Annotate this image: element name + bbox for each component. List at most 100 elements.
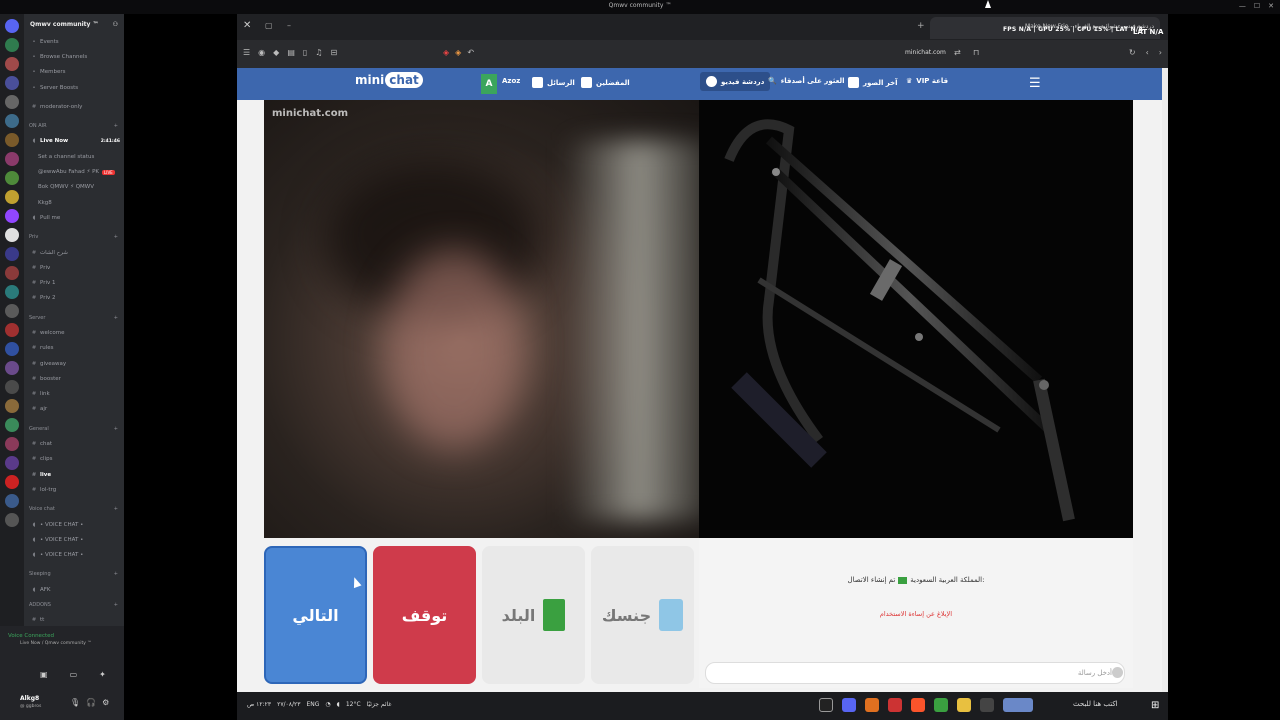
server-icon[interactable] [5, 494, 19, 508]
channel-item[interactable]: # welcome [24, 325, 124, 340]
server-icon[interactable] [5, 323, 19, 337]
wifi-icon[interactable]: ◔ [325, 701, 330, 708]
app-icon[interactable] [1003, 698, 1033, 712]
sidebar-icon[interactable]: ▯ [303, 48, 307, 57]
page-scrollbar[interactable] [1162, 68, 1168, 692]
channel-item[interactable]: # chat [24, 436, 124, 451]
channel-item[interactable]: • Browse Channels [24, 49, 124, 64]
server-icon[interactable] [5, 152, 19, 166]
server-icon[interactable] [5, 228, 19, 242]
channel-item[interactable]: • Events [24, 34, 124, 49]
add-user-icon[interactable]: ⚇ [113, 21, 118, 28]
add-channel-icon[interactable]: + [114, 602, 118, 608]
channel-item[interactable]: ◖ • VOICE CHAT • [24, 517, 124, 532]
server-icon[interactable] [5, 437, 19, 451]
server-icon[interactable] [5, 285, 19, 299]
nav-search[interactable]: 🔍 العثور على أصدقاء [768, 77, 845, 85]
channel-item[interactable]: # lol-trg [24, 482, 124, 497]
camera-icon[interactable]: ▣ [40, 670, 48, 679]
shield-icon[interactable]: ◆ [273, 48, 279, 57]
stop-button[interactable]: توقف [373, 546, 476, 684]
channel-item[interactable]: # Priv [24, 260, 124, 275]
add-channel-icon[interactable]: + [114, 123, 118, 129]
server-icon[interactable] [5, 190, 19, 204]
message-input[interactable]: أدخل رسالة [705, 662, 1125, 684]
address-bar[interactable]: minichat.com [905, 49, 946, 56]
server-icon[interactable] [5, 209, 19, 223]
server-icon[interactable] [5, 76, 19, 90]
app-icon[interactable] [934, 698, 948, 712]
username[interactable]: Alkg8 [20, 695, 39, 702]
channel-item[interactable]: # link [24, 387, 124, 402]
server-icon[interactable] [5, 456, 19, 470]
server-icon[interactable] [5, 304, 19, 318]
add-channel-icon[interactable]: + [114, 506, 118, 512]
add-channel-icon[interactable]: + [114, 234, 118, 240]
extension-icon[interactable]: ◈ [443, 48, 449, 57]
screen-share-icon[interactable]: ▭ [70, 670, 78, 679]
app-icon[interactable] [865, 698, 879, 712]
discord-app-icon[interactable] [842, 698, 856, 712]
minimize-icon[interactable]: — [1239, 2, 1246, 10]
channel-item[interactable]: # live [24, 467, 124, 482]
brave-app-icon[interactable] [911, 698, 925, 712]
voice-member[interactable]: Set a channel status [24, 149, 124, 164]
server-icon[interactable] [5, 57, 19, 71]
next-button[interactable]: التالي [264, 546, 367, 684]
nav-vip[interactable]: ♛ VIP قاعة [906, 77, 948, 85]
nav-photos[interactable]: آخر الصور [848, 77, 898, 88]
add-channel-icon[interactable]: + [114, 315, 118, 321]
server-icon[interactable] [5, 361, 19, 375]
server-icon[interactable] [5, 95, 19, 109]
channel-item[interactable]: # clips [24, 452, 124, 467]
nav-messages[interactable]: الرسائل [532, 77, 575, 88]
server-icon[interactable] [5, 418, 19, 432]
channel-item[interactable]: # moderator-only [24, 99, 124, 114]
emoji-icon[interactable] [1112, 667, 1123, 678]
menu-icon[interactable]: ☰ [243, 48, 250, 57]
channel-category[interactable]: Priv + [24, 230, 124, 245]
discord-home-icon[interactable] [5, 19, 19, 33]
reload-icon[interactable]: ↻ [1129, 48, 1136, 57]
settings-icon[interactable]: ⚙ [102, 698, 109, 707]
channel-item[interactable]: • Server Boosts [24, 80, 124, 95]
channel-item[interactable]: # giveaway [24, 356, 124, 371]
add-channel-icon[interactable]: + [114, 571, 118, 577]
channel-item[interactable]: # Priv 1 [24, 275, 124, 290]
minimize-icon[interactable]: – [287, 21, 291, 30]
maximize-icon[interactable]: ☐ [1254, 2, 1260, 10]
add-channel-icon[interactable]: + [114, 426, 118, 432]
activity-icon[interactable]: ✦ [99, 670, 106, 679]
channel-item[interactable]: # booster [24, 371, 124, 386]
close-icon[interactable]: ✕ [243, 20, 251, 31]
wallet-icon[interactable]: ▤ [287, 48, 295, 57]
report-abuse-link[interactable]: الإبلاغ عن إساءة الاستخدام [699, 610, 1133, 618]
voice-member[interactable]: Bok QMWV ⚡ QMWV [24, 180, 124, 195]
server-icon[interactable] [5, 513, 19, 527]
new-tab-button[interactable]: + [917, 21, 925, 31]
menu-icon[interactable]: ☰ [1029, 76, 1041, 91]
channel-category[interactable]: Server + [24, 310, 124, 325]
volume-icon[interactable]: ◖ [337, 701, 340, 708]
channel-category[interactable]: ON AIR + [24, 118, 124, 133]
channel-item[interactable]: # ajr [24, 402, 124, 417]
channel-category[interactable]: ADDONS + [24, 597, 124, 612]
tab-icon[interactable]: ▢ [265, 21, 273, 30]
windows-start-icon[interactable]: ⊞ [1151, 700, 1159, 711]
server-header[interactable]: Qmwv community ™ ⚇ [24, 14, 124, 34]
tune-icon[interactable]: ⇄ [954, 48, 961, 57]
channel-item[interactable]: ◖ • VOICE CHAT • [24, 548, 124, 563]
nav-video-chat[interactable]: دردشة فيديو [700, 72, 771, 91]
server-icon[interactable] [5, 171, 19, 185]
gender-filter-button[interactable]: جنسك [591, 546, 694, 684]
headphones-icon[interactable]: 🎧 [86, 698, 96, 707]
voice-member[interactable]: Kkg8 [24, 195, 124, 210]
app-icon[interactable] [888, 698, 902, 712]
taskbar-lang[interactable]: ENG [306, 701, 319, 708]
taskview-icon[interactable] [980, 698, 994, 712]
channel-item[interactable]: # rules [24, 341, 124, 356]
nav-favorites[interactable]: المفضلين [581, 77, 630, 88]
channel-category[interactable]: General + [24, 421, 124, 436]
channel-item[interactable]: # Priv 2 [24, 291, 124, 306]
server-icon[interactable] [5, 133, 19, 147]
